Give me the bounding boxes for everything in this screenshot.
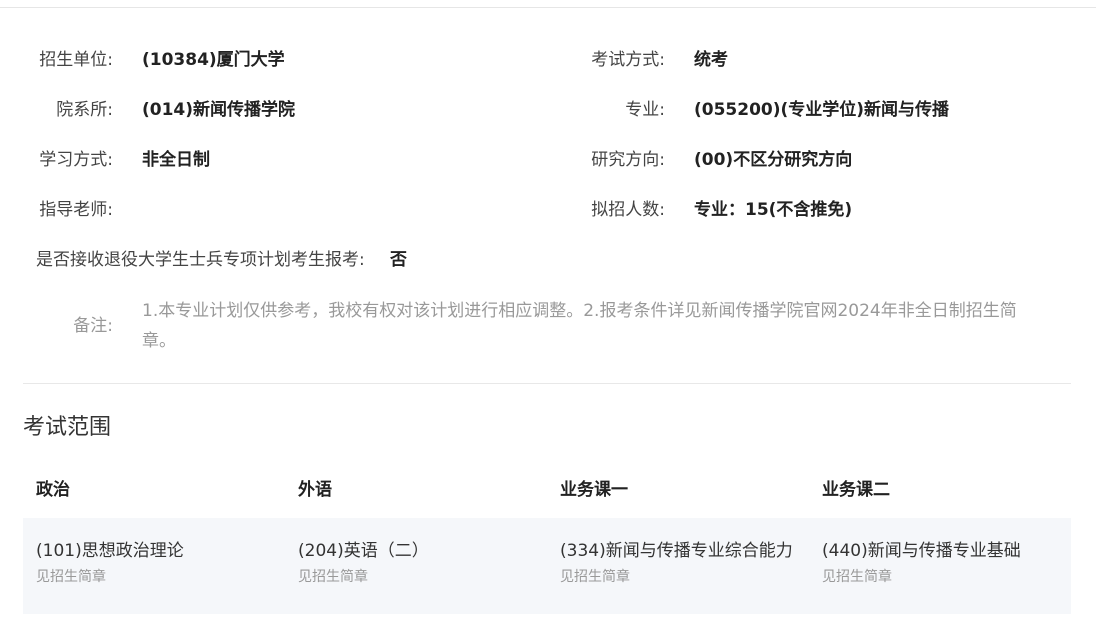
course-cell-politics: (101)思想政治理论 见招生简章 (36, 538, 184, 588)
major-label: 专业: (625, 100, 665, 120)
detail-row-veteran: 是否接收退役大学生士兵专项计划考生报考: 否 (0, 248, 1096, 272)
course-cell-foreign-language: (204)英语（二） 见招生简章 (298, 538, 429, 588)
course-scope: 见招生简章 (560, 569, 630, 585)
note-label: 备注: (73, 316, 113, 336)
header-foreign-language: 外语 (298, 480, 332, 500)
research-label: 研究方向: (591, 150, 665, 170)
table-row: (101)思想政治理论 见招生简章 (204)英语（二） 见招生简章 (334)… (23, 518, 1071, 614)
program-details: 招生单位: (10384)厦门大学 考试方式: 统考 院系所: (014)新闻传… (0, 0, 1096, 400)
course-cell-subject-one: (334)新闻与传播专业综合能力 见招生简章 (560, 538, 793, 588)
course-name: (440)新闻与传播专业基础 (822, 541, 1021, 561)
course-name: (101)思想政治理论 (36, 541, 184, 561)
detail-row-advisor: 指导老师: 拟招人数: 专业：15(不含推免) (0, 198, 1096, 222)
quota-value: 专业：15(不含推免) (694, 200, 853, 220)
section-divider (23, 383, 1071, 384)
exam-scope-title: 考试范围 (23, 415, 112, 440)
course-scope: 见招生简章 (36, 569, 106, 585)
exam-method-value: 统考 (694, 50, 728, 70)
header-politics: 政治 (36, 480, 70, 500)
header-subject-one: 业务课一 (560, 480, 628, 500)
note-text: 1.本专业计划仅供参考，我校有权对该计划进行相应调整。2.报考条件详见新闻传播学… (142, 301, 1017, 351)
course-scope: 见招生简章 (298, 569, 368, 585)
detail-row-dept: 院系所: (014)新闻传播学院 专业: (055200)(专业学位)新闻与传播 (0, 98, 1096, 122)
exam-method-label: 考试方式: (591, 50, 665, 70)
course-scope: 见招生简章 (822, 569, 892, 585)
unit-label: 招生单位: (39, 50, 113, 70)
veteran-value: 否 (390, 250, 407, 270)
course-name: (204)英语（二） (298, 541, 429, 561)
major-value: (055200)(专业学位)新闻与传播 (694, 100, 950, 120)
detail-row-study-mode: 学习方式: 非全日制 研究方向: (00)不区分研究方向 (0, 148, 1096, 172)
header-subject-two: 业务课二 (822, 480, 890, 500)
course-name: (334)新闻与传播专业综合能力 (560, 541, 793, 561)
exam-table-header: 政治 外语 业务课一 业务课二 (23, 466, 1071, 516)
dept-label: 院系所: (56, 100, 113, 120)
study-mode-value: 非全日制 (142, 150, 210, 170)
research-value: (00)不区分研究方向 (694, 150, 853, 170)
dept-value: (014)新闻传播学院 (142, 100, 296, 120)
detail-row-unit: 招生单位: (10384)厦门大学 考试方式: 统考 (0, 48, 1096, 72)
veteran-label: 是否接收退役大学生士兵专项计划考生报考: (36, 250, 365, 270)
study-mode-label: 学习方式: (39, 150, 113, 170)
course-cell-subject-two: (440)新闻与传播专业基础 见招生简章 (822, 538, 1021, 588)
exam-scope-table: 政治 外语 业务课一 业务课二 (101)思想政治理论 见招生简章 (204)英… (23, 466, 1071, 614)
advisor-label: 指导老师: (39, 200, 113, 220)
unit-value: (10384)厦门大学 (142, 50, 285, 70)
quota-label: 拟招人数: (591, 200, 665, 220)
